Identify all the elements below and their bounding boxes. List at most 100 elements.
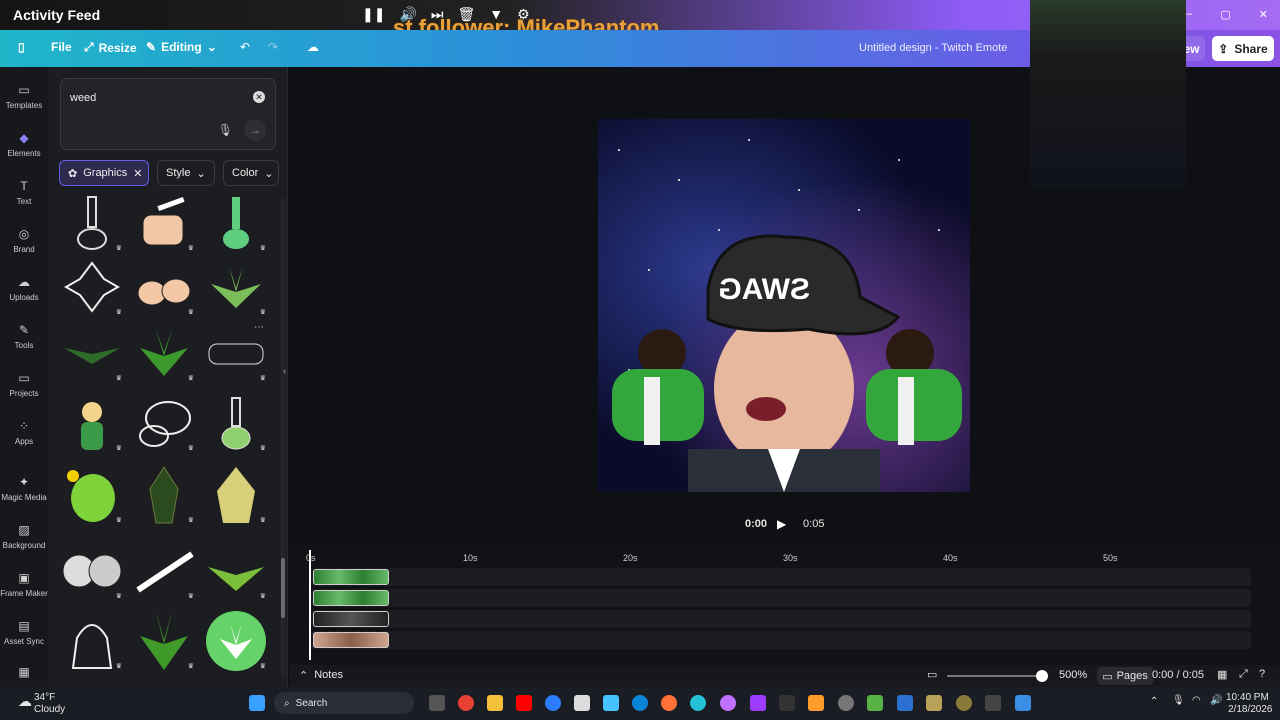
app3-icon[interactable] (750, 695, 766, 711)
app7-icon[interactable] (867, 695, 883, 711)
youtube-icon[interactable] (516, 695, 532, 711)
wifi-icon[interactable]: ◠ (1192, 695, 1201, 706)
tray-chevron-icon[interactable]: ⌃ (1150, 696, 1158, 707)
task-view-icon[interactable] (429, 695, 445, 711)
timeline-track[interactable] (311, 589, 1251, 607)
design-title[interactable]: Untitled design - Twitch Emote (859, 42, 1007, 54)
redo-icon[interactable]: ↷ (268, 40, 278, 54)
clear-search-icon[interactable]: ✕ (253, 91, 265, 103)
leaf-circle-badge-graphic[interactable]: ♛ (204, 610, 268, 672)
microphone-tray-icon[interactable]: 🎙 (1172, 695, 1185, 706)
rail-item-magic-media[interactable]: ✦ Magic Media (0, 475, 48, 502)
file-explorer-icon[interactable] (487, 695, 503, 711)
app12-icon[interactable] (1015, 695, 1031, 711)
rail-item-brand[interactable]: ◎ Brand (0, 227, 48, 254)
start-windows-icon[interactable] (249, 695, 265, 711)
design-artboard[interactable]: SWAG (598, 119, 970, 492)
pages-button[interactable]: ▭ Pages (1097, 667, 1153, 685)
hands-lighter-graphic[interactable]: ♛ (132, 256, 196, 318)
app5-icon[interactable] (808, 695, 824, 711)
timeline-clip[interactable] (313, 632, 389, 648)
rail-item-uploads[interactable]: ☁ Uploads (0, 275, 48, 302)
app10-icon[interactable] (956, 695, 972, 711)
share-button[interactable]: ⇪ Share (1212, 36, 1274, 61)
zoom-slider[interactable] (947, 675, 1047, 677)
app11-icon[interactable] (985, 695, 1001, 711)
file-menu[interactable]: File (51, 40, 72, 54)
zoom-slider-knob[interactable] (1036, 670, 1048, 682)
rail-item-templates[interactable]: ▭ Templates (0, 83, 48, 110)
clock-date[interactable]: 2/18/2026 (1228, 704, 1273, 715)
app4-icon[interactable] (779, 695, 795, 711)
cloud-save-icon[interactable]: ☁ (307, 40, 319, 54)
rail-item-tools[interactable]: ✎ Tools (0, 323, 48, 350)
rail-item-projects[interactable]: ▭ Projects (0, 371, 48, 398)
fit-screen-icon[interactable]: ▭ (927, 668, 937, 681)
grinder-graphic[interactable]: ♛ (60, 540, 124, 602)
app-icon[interactable] (603, 695, 619, 711)
rail-item-background[interactable]: ▨ Background (0, 523, 48, 550)
pause-icon[interactable]: ❚❚ (362, 6, 385, 23)
edge-icon[interactable] (632, 695, 648, 711)
more-options-icon[interactable]: ⋯ (254, 322, 264, 333)
timeline-track[interactable] (311, 568, 1251, 586)
color-filter-dropdown[interactable]: Color ⌄ (223, 160, 279, 186)
store-icon[interactable] (574, 695, 590, 711)
hand-smoke-outline-graphic[interactable]: ♛ (132, 392, 196, 454)
search-input[interactable]: weed ✕ 🎙 → (60, 78, 276, 150)
app2-icon[interactable] (720, 695, 736, 711)
graphics-filter-chip[interactable]: ✿ Graphics ✕ (59, 160, 149, 186)
notes-button[interactable]: ⌃ Notes (299, 669, 343, 682)
timeline-track[interactable] (311, 631, 1251, 649)
rail-item-more[interactable]: ▦ (0, 665, 48, 683)
firefox-icon[interactable] (661, 695, 677, 711)
leaf-dark-graphic[interactable]: ♛ (60, 322, 124, 384)
smoker-woman-graphic[interactable]: ♛ (60, 392, 124, 454)
style-filter-dropdown[interactable]: Style ⌄ (157, 160, 215, 186)
hooded-person-outline-graphic[interactable]: ♛ (60, 610, 124, 672)
resize-button[interactable]: ⤢ Resize (84, 40, 137, 55)
hand-joint-graphic[interactable]: ♛ (132, 192, 196, 254)
bud-outline-graphic[interactable]: ♛ (60, 256, 124, 318)
plant-yellow-graphic[interactable]: ♛ (204, 464, 268, 526)
submit-arrow-icon[interactable]: → (244, 119, 266, 141)
joint-graphic[interactable]: ♛ (132, 540, 196, 602)
messenger-icon[interactable] (545, 695, 561, 711)
rail-item-text[interactable]: T Text (0, 179, 48, 206)
chrome-icon[interactable] (458, 695, 474, 711)
weather-desc[interactable]: Cloudy (34, 704, 65, 715)
timeline-clip[interactable] (313, 569, 389, 585)
fullscreen-icon[interactable]: ⤢ (1239, 668, 1248, 681)
app6-icon[interactable] (838, 695, 854, 711)
bud-character-graphic[interactable]: ♛ (60, 464, 124, 526)
green-bong-outline-graphic[interactable]: ♛ (204, 392, 268, 454)
timeline-clip[interactable] (313, 611, 389, 627)
grid-view-icon[interactable]: ▦ (1217, 668, 1227, 681)
taskbar-search[interactable]: ⌕ Search (274, 692, 414, 714)
timeline-clip[interactable] (313, 590, 389, 606)
green-bong-graphic[interactable]: ♛ (204, 192, 268, 254)
side-panel-toggle-icon[interactable]: ▯ (18, 40, 25, 54)
clock-time[interactable]: 10:40 PM (1226, 692, 1269, 703)
plant-dark-graphic[interactable]: ♛ (132, 464, 196, 526)
play-icon[interactable]: ▶ (777, 517, 793, 531)
canva-icon[interactable] (690, 695, 706, 711)
editing-mode-dropdown[interactable]: ✎ Editing ⌄ (146, 40, 217, 54)
undo-icon[interactable]: ↶ (240, 40, 250, 54)
app8-icon[interactable] (897, 695, 913, 711)
timeline-track[interactable] (311, 610, 1251, 628)
bong-outline-graphic[interactable]: ♛ (60, 192, 124, 254)
rail-item-elements[interactable]: ◆ Elements (0, 131, 48, 158)
speaker-icon[interactable]: 🔊 (1210, 695, 1222, 706)
leaf-bright-graphic[interactable]: ♛ (132, 322, 196, 384)
microphone-icon[interactable]: 🎙 (218, 123, 233, 137)
hand-rolling-outline-graphic[interactable]: ♛ ⋯ (204, 322, 268, 384)
app9-icon[interactable] (926, 695, 942, 711)
rail-item-frame-maker[interactable]: ▣ Frame Maker (0, 571, 48, 598)
weather-temp[interactable]: 34°F (34, 692, 55, 703)
help-icon[interactable]: ? (1259, 668, 1265, 680)
rail-item-asset-sync[interactable]: ▤ Asset Sync (0, 619, 48, 646)
leaf-lime-graphic[interactable]: ♛ (204, 540, 268, 602)
playhead[interactable] (309, 550, 311, 660)
close-window-button[interactable]: ✕ (1259, 8, 1268, 21)
